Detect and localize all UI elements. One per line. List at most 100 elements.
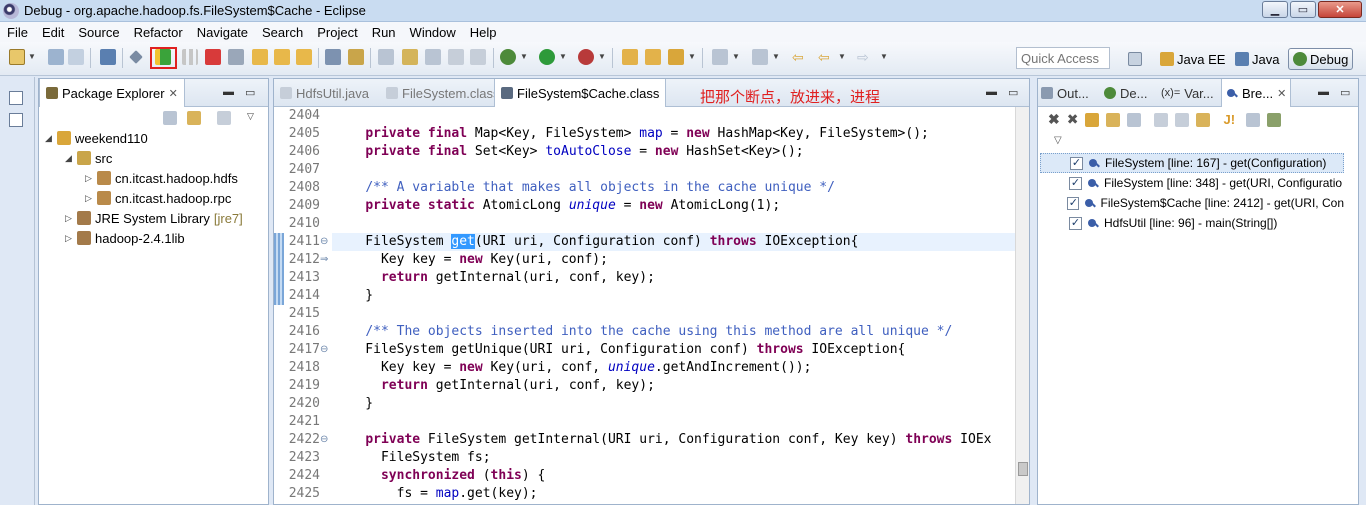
perspective-debug[interactable]: Debug	[1288, 48, 1354, 70]
menu-run[interactable]: Run	[365, 25, 403, 40]
menu-window[interactable]: Window	[403, 25, 463, 40]
minimize-icon[interactable]: ▬	[223, 86, 234, 98]
chevron-down-icon[interactable]: ▼	[732, 52, 740, 61]
breakpoint-checkbox[interactable]: ✓	[1069, 176, 1082, 190]
fold-icon[interactable]: ⊖	[320, 431, 328, 449]
resume-icon[interactable]	[155, 49, 171, 65]
view-menu-icon[interactable]	[1246, 112, 1261, 127]
drop-to-frame-icon[interactable]	[325, 49, 341, 65]
scrollbar-thumb[interactable]	[1018, 462, 1028, 476]
close-icon[interactable]: ✕	[1277, 87, 1286, 100]
chevron-down-icon[interactable]: ▼	[28, 52, 36, 61]
add-exception-breakpoint-icon[interactable]: J!	[1223, 112, 1235, 127]
menu-search[interactable]: Search	[255, 25, 310, 40]
view-icon[interactable]	[9, 113, 23, 127]
tab-filesystem[interactable]: FileSystem.class	[380, 79, 506, 107]
step-return-icon[interactable]	[296, 49, 312, 65]
collapse-arrow-icon[interactable]: ◢	[65, 153, 73, 164]
step-over-icon[interactable]	[274, 49, 290, 65]
expand-arrow-icon[interactable]: ▷	[65, 213, 73, 224]
tree-item-jre[interactable]: ▷ JRE System Library [jre7]	[65, 209, 243, 227]
save-all-icon[interactable]	[68, 49, 84, 65]
chevron-down-icon[interactable]: ▼	[838, 52, 846, 61]
suspend-icon[interactable]	[182, 49, 198, 65]
code-area[interactable]: 2404 2405 2406 2407 2408 2409 2410 2411 …	[274, 108, 1015, 504]
terminate-icon[interactable]	[205, 49, 221, 65]
skip-all-breakpoints-icon[interactable]	[1127, 112, 1142, 127]
toolbar-icon-b[interactable]	[402, 49, 418, 65]
forward-icon[interactable]: ⇨	[857, 49, 873, 65]
tab-debug[interactable]: De...	[1101, 79, 1150, 107]
fold-icon[interactable]: ⊖	[320, 233, 328, 251]
menu-edit[interactable]: Edit	[35, 25, 71, 40]
chevron-down-icon[interactable]: ▽	[247, 111, 254, 125]
close-button[interactable]: ✕	[1318, 1, 1362, 18]
toolbar-icon-c[interactable]	[425, 49, 441, 65]
collapse-arrow-icon[interactable]: ◢	[45, 133, 53, 144]
use-step-filters-icon[interactable]	[348, 49, 364, 65]
search-icon[interactable]	[668, 49, 684, 65]
link-with-debug-icon[interactable]	[1196, 112, 1211, 127]
tree-item-package[interactable]: ▷ cn.itcast.hadoop.rpc	[85, 189, 231, 207]
minimize-button[interactable]: ▁	[1262, 1, 1288, 18]
tree-item-src[interactable]: ◢ src	[65, 149, 112, 167]
perspective-java[interactable]: Java	[1235, 48, 1279, 70]
collapse-all-icon[interactable]	[1175, 112, 1190, 127]
minimize-icon[interactable]: ▬	[1318, 86, 1329, 98]
tree-item-project[interactable]: ◢ weekend110	[45, 129, 148, 147]
expand-arrow-icon[interactable]: ▷	[65, 233, 73, 244]
open-folder-icon[interactable]	[645, 49, 661, 65]
disconnect-icon[interactable]	[228, 49, 244, 65]
menu-help[interactable]: Help	[463, 25, 504, 40]
skip-breakpoints-icon[interactable]	[129, 50, 143, 64]
chevron-down-icon[interactable]: ▽	[1054, 135, 1062, 146]
maximize-icon[interactable]: ▭	[245, 86, 255, 99]
chevron-down-icon[interactable]: ▼	[772, 52, 780, 61]
fold-icon[interactable]: ⊖	[320, 341, 328, 359]
menu-refactor[interactable]: Refactor	[127, 25, 190, 40]
chevron-down-icon[interactable]: ▼	[559, 52, 567, 61]
toolbar-icon-e[interactable]	[470, 49, 486, 65]
maximize-icon[interactable]: ▭	[1340, 86, 1350, 99]
breakpoint-checkbox[interactable]: ✓	[1069, 216, 1082, 230]
minimize-icon[interactable]: ▬	[986, 86, 997, 98]
debug-icon[interactable]	[500, 49, 516, 65]
breakpoint-row[interactable]: ✓ HdfsUtil [line: 96] - main(String[])	[1040, 213, 1344, 233]
open-type-icon[interactable]	[622, 49, 638, 65]
toolbar-icon-a[interactable]	[378, 49, 394, 65]
next-annotation-icon[interactable]	[712, 49, 728, 65]
breakpoint-row[interactable]: ✓ FileSystem [line: 167] - get(Configura…	[1040, 153, 1344, 173]
back-arrow-icon[interactable]: ⇦	[818, 49, 834, 65]
run-icon[interactable]	[539, 49, 555, 65]
open-perspective-button[interactable]	[1128, 48, 1142, 70]
toolbar-icon-d[interactable]	[448, 49, 464, 65]
prev-annotation-icon[interactable]	[752, 49, 768, 65]
editor-scrollbar[interactable]	[1015, 107, 1029, 504]
tab-filesystem-cache[interactable]: FileSystem$Cache.class	[494, 79, 667, 107]
breakpoint-checkbox[interactable]: ✓	[1070, 156, 1083, 170]
tab-package-explorer[interactable]: Package Explorer ✕	[39, 79, 185, 107]
tab-variables[interactable]: (x)= Var...	[1158, 79, 1217, 107]
maximize-button[interactable]: ▭	[1290, 1, 1316, 18]
perspective-java-ee[interactable]: Java EE	[1160, 48, 1225, 70]
expand-arrow-icon[interactable]: ▷	[85, 193, 93, 204]
breakpoint-checkbox[interactable]: ✓	[1067, 196, 1080, 210]
expand-all-icon[interactable]	[1154, 112, 1169, 127]
save-icon[interactable]	[48, 49, 64, 65]
link-editor-icon[interactable]	[187, 111, 201, 125]
remove-all-breakpoints-icon[interactable]: ✖	[1067, 111, 1079, 128]
back-icon[interactable]: ⇦	[792, 49, 808, 65]
tree-item-package[interactable]: ▷ cn.itcast.hadoop.hdfs	[85, 169, 238, 187]
remove-breakpoint-icon[interactable]: ✖	[1048, 111, 1060, 128]
chevron-down-icon[interactable]: ▼	[688, 52, 696, 61]
chevron-down-icon[interactable]: ▼	[520, 52, 528, 61]
breakpoint-types-icon[interactable]	[1267, 112, 1282, 127]
tab-breakpoints[interactable]: Bre... ✕	[1221, 79, 1292, 107]
external-tools-icon[interactable]	[578, 49, 594, 65]
breakpoint-row[interactable]: ✓ FileSystem$Cache [line: 2412] - get(UR…	[1040, 193, 1344, 213]
chevron-down-icon[interactable]: ▼	[598, 52, 606, 61]
menu-source[interactable]: Source	[71, 25, 126, 40]
close-icon[interactable]: ✕	[169, 87, 178, 100]
expand-arrow-icon[interactable]: ▷	[85, 173, 93, 184]
restore-icon[interactable]	[9, 91, 23, 105]
